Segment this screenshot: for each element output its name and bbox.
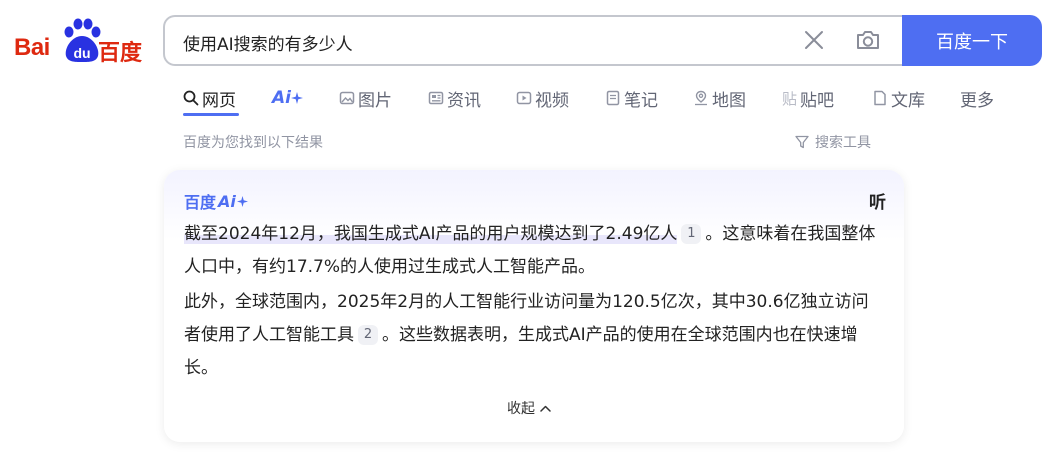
ai-sparkle-icon — [290, 92, 303, 104]
tab-map-label: 地图 — [712, 90, 746, 111]
tab-web[interactable]: 网页 — [183, 82, 236, 114]
logo-du-text: du — [73, 45, 90, 61]
highlighted-answer: 截至2024年12月，我国生成式AI产品的用户规模达到了2.49亿人 — [184, 224, 678, 244]
tab-web-label: 网页 — [202, 90, 236, 111]
tab-ai[interactable]: Ai — [272, 82, 303, 114]
tab-more[interactable]: 更多 — [960, 82, 994, 114]
search-icon — [183, 90, 199, 106]
news-icon — [428, 91, 444, 105]
chevron-up-icon — [540, 405, 551, 412]
tab-notes[interactable]: 笔记 — [605, 82, 658, 114]
ai-brand-prefix: 百度 — [184, 193, 217, 212]
tab-more-label: 更多 — [960, 90, 994, 111]
search-input[interactable] — [183, 29, 743, 55]
active-tab-indicator — [183, 113, 239, 116]
tieba-icon: 贴 — [782, 89, 798, 108]
tab-images[interactable]: 图片 — [339, 82, 392, 114]
tab-images-label: 图片 — [358, 90, 392, 111]
search-tabs: 网页 Ai 图片 资讯 视频 笔记 地图 贴 贴吧 文库 更多 — [183, 82, 1023, 118]
citation-badge-2[interactable]: 2 — [358, 325, 378, 345]
baidu-logo[interactable]: Bai du 百度 — [14, 18, 146, 65]
ai-brand: 百度 Ai — [184, 189, 248, 213]
tab-video[interactable]: 视频 — [516, 82, 569, 114]
ai-answer-paragraph-1: 截至2024年12月，我国生成式AI产品的用户规模达到了2.49亿人 1 。这意味着… — [184, 218, 884, 284]
ai-sparkle-icon — [236, 195, 248, 207]
search-box — [163, 15, 908, 66]
doc-icon — [874, 90, 886, 106]
filter-icon — [795, 135, 809, 149]
citation-badge-1[interactable]: 1 — [681, 224, 702, 244]
search-tools-label: 搜索工具 — [815, 135, 871, 151]
search-tools-button[interactable]: 搜索工具 — [795, 132, 871, 152]
image-icon — [339, 91, 355, 105]
collapse-label: 收起 — [507, 401, 535, 417]
tab-wenku[interactable]: 文库 — [872, 82, 925, 114]
tab-notes-label: 笔记 — [624, 90, 658, 111]
listen-button[interactable]: 听 — [869, 188, 886, 213]
tab-video-label: 视频 — [535, 90, 569, 111]
logo-chinese-text: 百度 — [98, 40, 143, 65]
search-button[interactable]: 百度一下 — [902, 15, 1042, 66]
tab-ai-label: Ai — [272, 88, 291, 108]
ai-answer-paragraph-2: 此外，全球范围内，2025年2月的人工智能行业访问量为120.5亿次，其中30.… — [184, 286, 884, 385]
collapse-button[interactable]: 收起 — [507, 398, 551, 418]
map-icon — [695, 90, 707, 106]
camera-icon[interactable] — [855, 28, 881, 52]
tab-news[interactable]: 资讯 — [428, 82, 481, 114]
result-summary: 百度为您找到以下结果 — [183, 135, 323, 151]
ai-answer-card: 百度 Ai 听 截至2024年12月，我国生成式AI产品的用户规模达到了2.49… — [164, 170, 904, 442]
tab-tieba[interactable]: 贴 贴吧 — [782, 82, 834, 114]
tab-map[interactable]: 地图 — [693, 82, 746, 114]
ai-brand-ai: Ai — [218, 191, 236, 211]
logo-bai-text: Bai — [14, 34, 50, 61]
note-icon — [606, 90, 620, 106]
tab-news-label: 资讯 — [447, 90, 481, 111]
paw-logo-icon: du — [64, 18, 101, 62]
close-icon[interactable] — [803, 29, 825, 51]
tab-wenku-label: 文库 — [891, 90, 925, 111]
tab-tieba-label: 贴吧 — [800, 90, 835, 111]
video-icon — [516, 91, 532, 105]
